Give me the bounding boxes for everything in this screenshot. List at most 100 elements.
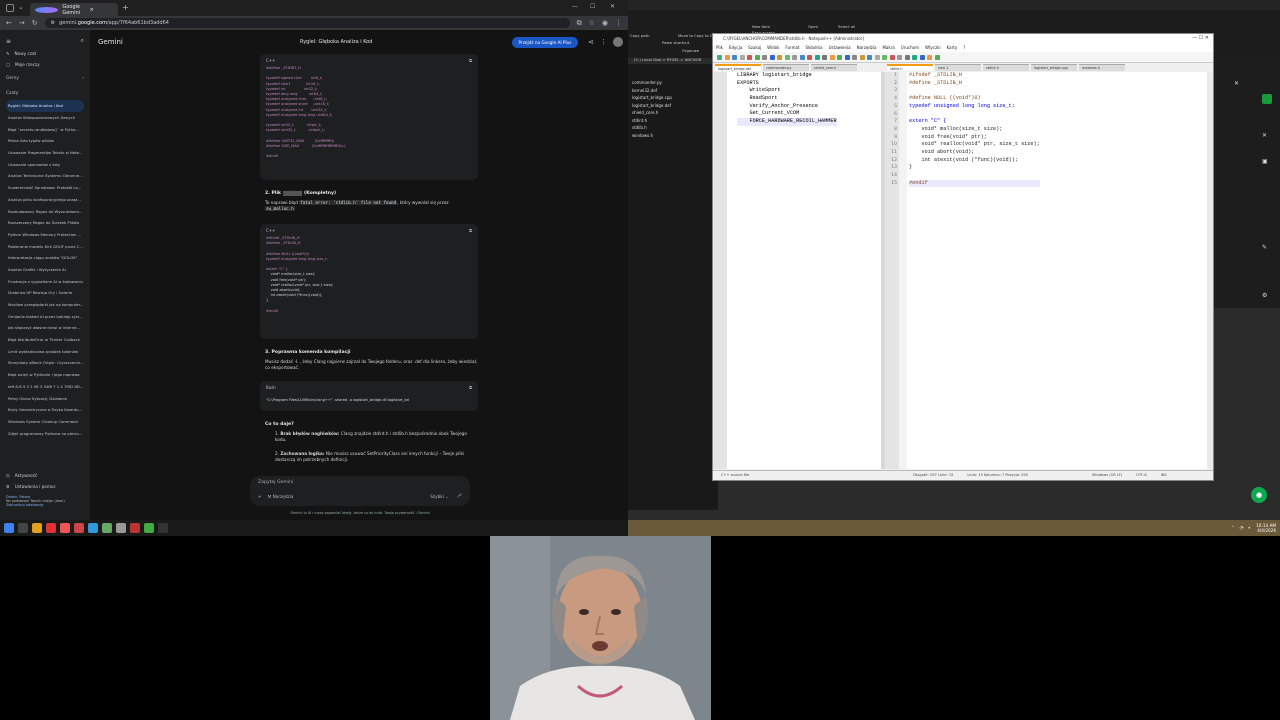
chat-history-item[interactable]: Błąd wcięć w Pythonie i jego naprawa (6, 369, 84, 381)
npp-tab[interactable]: logistart_bridge.cpp (1031, 64, 1077, 71)
toolbar-button-icon[interactable] (784, 55, 790, 60)
toolbar-button-icon[interactable] (919, 55, 925, 60)
maximize-icon[interactable]: ☐ (590, 3, 595, 10)
explorer-file-item[interactable]: logistart_bridge.cpp (632, 95, 672, 103)
toolbar-button-icon[interactable] (874, 55, 880, 60)
toolbar-button-icon[interactable] (814, 55, 820, 60)
explorer-ribbon-button[interactable]: Copy to (694, 33, 709, 38)
chat-history-item[interactable]: Błąd AttributeError w Tkinter Callback (6, 334, 84, 346)
windows-start-icon[interactable] (4, 523, 14, 533)
tab-gemini[interactable]: Google Gemini × (30, 3, 118, 16)
app-icon[interactable] (88, 523, 98, 533)
app-icon[interactable] (46, 523, 56, 533)
explorer-ribbon-button[interactable]: Move to (678, 33, 693, 38)
explorer-path[interactable]: (C:) Local Disk > RYGEL > ANCHOR (634, 57, 701, 62)
check-icon[interactable] (1262, 94, 1272, 104)
tools-button[interactable]: ⚒ Narzędzia (262, 494, 431, 499)
fold-margin[interactable] (899, 72, 907, 469)
clock[interactable]: 10:14 AM 4/4/2026 (1256, 523, 1276, 533)
npp-menu-item[interactable]: Szukaj (748, 45, 761, 51)
tray-chevron-icon[interactable]: ⌃ (1231, 526, 1235, 531)
explorer-file-item[interactable]: stdlib.h (632, 125, 647, 133)
tab-menu-icon[interactable] (6, 4, 14, 12)
chat-history-item[interactable]: Python Windows Memory Protection ... (6, 229, 84, 241)
npp-tab[interactable]: new 1 (935, 64, 981, 71)
chat-history-item[interactable]: Analiza Wielopoziomowych Danych (6, 112, 84, 124)
new-tab-icon[interactable]: + (122, 3, 129, 12)
mode-selector[interactable]: Szybki ⌄ (430, 494, 448, 499)
npp-menu-item[interactable]: Makra (882, 45, 894, 51)
chat-history-item[interactable]: Pobieranie modelu Kirk GGUF przez C... (6, 240, 84, 252)
avatar[interactable] (613, 37, 623, 47)
toolbar-button-icon[interactable] (852, 55, 857, 60)
minimize-icon[interactable]: — (572, 3, 578, 10)
toolbar-button-icon[interactable] (844, 55, 850, 60)
npp-tab[interactable]: shield_core.h (811, 64, 857, 71)
app-icon[interactable] (102, 523, 112, 533)
settings-icon[interactable]: ⚙ (1262, 292, 1267, 299)
file-explorer-icon[interactable] (32, 523, 42, 533)
toolbar-button-icon[interactable] (822, 55, 827, 60)
toolbar-button-icon[interactable] (799, 55, 805, 60)
toolbar-button-icon[interactable] (859, 55, 865, 60)
explorer-ribbon-button[interactable]: Open (808, 24, 818, 29)
npp-menu-item[interactable]: Plik (716, 45, 723, 51)
npp-menu-item[interactable]: Edycja (729, 45, 742, 51)
chat-history-item[interactable]: Pełny Obraz Sytuacji, Działanie (6, 392, 84, 404)
toolbar-button-icon[interactable] (792, 55, 797, 60)
npp-right-pane[interactable]: 1 2 3 4 5 6 7 8 9 10 11 12 13 14 15 #ifndef _STDLIB_H #… (885, 72, 1207, 469)
npp-menu-item[interactable]: Narzędzia (857, 45, 877, 51)
npp-menu-item[interactable]: Widok (767, 45, 779, 51)
toolbar-button-icon[interactable] (927, 55, 932, 60)
explorer-file-item[interactable]: windows.h (632, 133, 653, 141)
npp-tab[interactable]: logistart_bridge.def (715, 64, 761, 71)
chat-history-item[interactable]: Frustracja z sygnatiami AI w kodowaniu (6, 275, 84, 287)
copy-icon[interactable]: ⧉ (469, 228, 472, 236)
explorer-ribbon-button[interactable]: Paste shortcut (662, 40, 689, 45)
toolbar-button-icon[interactable] (837, 55, 842, 60)
terminal-icon[interactable] (158, 523, 168, 533)
npp-menu-item[interactable]: Karty (947, 45, 958, 51)
chat-history-item[interactable]: Windows System Cleanup Command (6, 416, 84, 428)
explorer-ribbon-button[interactable]: Copy path (630, 33, 649, 38)
npp-tab[interactable]: windows.h (1079, 64, 1125, 71)
toolbar-button-icon[interactable] (777, 55, 782, 60)
chat-history-item[interactable]: Drabinka HP Rewizja Gry i Galerie (6, 287, 84, 299)
chat-history-item[interactable]: Ryglel: Głęboka Analiza i Kod (6, 100, 84, 112)
more-options-icon[interactable]: ⋮ (600, 38, 607, 46)
toolbar-button-icon[interactable] (739, 55, 745, 60)
toolbar-button-icon[interactable] (912, 55, 917, 60)
npp-menu-item[interactable]: Format (785, 45, 799, 51)
search-icon[interactable] (18, 523, 28, 533)
chat-history-item[interactable]: Usuwanie sponsorów z listy (6, 158, 84, 170)
reload-icon[interactable]: ↻ (32, 19, 38, 27)
toolbar-button-icon[interactable] (889, 55, 895, 60)
settings-button[interactable]: ⚙ Ustawienia i pomoc (6, 481, 86, 492)
chat-history-item[interactable]: Możliwe przeglądarki jak na komputer... (6, 299, 84, 311)
prompt-input[interactable]: Zapytaj Gemini + ⚒ Narzędzia Szybki ⌄ 🎤︎ (250, 476, 470, 506)
chat-history-item[interactable]: Rozbudowany Regex do Wyszukiwani... (6, 205, 84, 217)
forward-icon[interactable]: → (19, 19, 25, 27)
chat-history-item[interactable]: Analiza pliku konfiguracyjnego prząż... (6, 194, 84, 206)
chat-history-item[interactable]: Interpretacja ciągu znaków "DOLOK" (6, 252, 84, 264)
chat-history-item[interactable]: Analiza Grafiki i Wytyczenie AI (6, 264, 84, 276)
npp-menu-item[interactable]: ? (963, 45, 965, 51)
explorer-file-item[interactable]: commander.py (632, 80, 662, 88)
toolbar-button-icon[interactable] (882, 55, 887, 60)
chat-history-item[interactable]: Rozszerzony Regex do Ścieżek Plików (6, 217, 84, 229)
close-icon[interactable]: × (90, 7, 113, 13)
toolbar-button-icon[interactable] (934, 55, 940, 60)
chat-history-item[interactable]: Analiza Techniczna Systemu Obronne... (6, 170, 84, 182)
search-icon[interactable]: ⌕ (81, 37, 84, 45)
toolbar-button-icon[interactable] (829, 55, 835, 60)
toolbar-button-icon[interactable] (769, 55, 775, 60)
chat-history-item[interactable]: Ieft 8-8 9 3 2 06 3 34f8 7 1 4 7f5D 6D..… (6, 381, 84, 393)
npp-menu-item[interactable]: Ustawienia (829, 45, 851, 51)
npp-window-controls[interactable]: — ☐ ✕ (1192, 35, 1209, 41)
explorer-file-item[interactable]: kernel32.def (632, 88, 657, 96)
explorer-file-item[interactable]: stdint.h (632, 118, 647, 126)
toolbar-button-icon[interactable] (867, 55, 872, 60)
bookmark-star-icon[interactable]: ☆ (589, 19, 595, 27)
window-close-icon[interactable]: ✕ (610, 3, 615, 10)
npp-tab[interactable]: stdint.h (983, 64, 1029, 71)
